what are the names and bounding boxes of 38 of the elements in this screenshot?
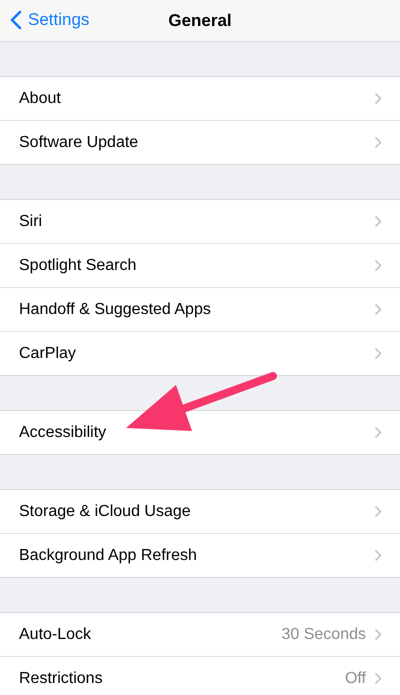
settings-row[interactable]: Siri bbox=[0, 200, 400, 244]
chevron-icon bbox=[374, 136, 382, 149]
row-label: Accessibility bbox=[19, 424, 108, 442]
chevron-icon bbox=[374, 92, 382, 105]
settings-row[interactable]: Spotlight Search bbox=[0, 244, 400, 288]
row-label: Background App Refresh bbox=[19, 546, 198, 564]
row-label: Siri bbox=[19, 212, 44, 230]
settings-row[interactable]: CarPlay bbox=[0, 332, 400, 375]
settings-row[interactable]: Auto-Lock 30 Seconds bbox=[0, 613, 400, 657]
settings-row[interactable]: Accessibility bbox=[0, 411, 400, 454]
settings-row[interactable]: Background App Refresh bbox=[0, 534, 400, 577]
screen-title: General bbox=[168, 10, 232, 30]
row-label: Restrictions bbox=[19, 670, 104, 688]
chevron-icon bbox=[374, 259, 382, 272]
chevron-icon bbox=[374, 347, 382, 360]
chevron-icon bbox=[374, 426, 382, 439]
row-label: Handoff & Suggested Apps bbox=[19, 300, 212, 318]
chevron-icon bbox=[374, 549, 382, 562]
row-label: CarPlay bbox=[19, 344, 77, 362]
settings-row[interactable]: About bbox=[0, 77, 400, 121]
row-label: Auto-Lock bbox=[19, 626, 92, 644]
chevron-icon bbox=[374, 505, 382, 518]
row-label: Software Update bbox=[19, 134, 140, 152]
row-value: Off bbox=[344, 670, 366, 688]
settings-row[interactable]: Storage & iCloud Usage bbox=[0, 490, 400, 534]
row-label: Storage & iCloud Usage bbox=[19, 502, 192, 520]
chevron-icon bbox=[374, 215, 382, 228]
settings-row[interactable]: Handoff & Suggested Apps bbox=[0, 288, 400, 332]
row-label: Spotlight Search bbox=[19, 256, 138, 274]
row-value: 30 Seconds bbox=[281, 626, 366, 644]
chevron-icon bbox=[374, 672, 382, 685]
chevron-icon bbox=[374, 303, 382, 316]
back-chevron-icon bbox=[10, 10, 22, 30]
chevron-icon bbox=[374, 628, 382, 641]
back-button[interactable]: Settings bbox=[10, 10, 90, 30]
settings-row[interactable]: Restrictions Off bbox=[0, 657, 400, 695]
settings-row[interactable]: Software Update bbox=[0, 121, 400, 164]
row-label: About bbox=[19, 90, 62, 108]
